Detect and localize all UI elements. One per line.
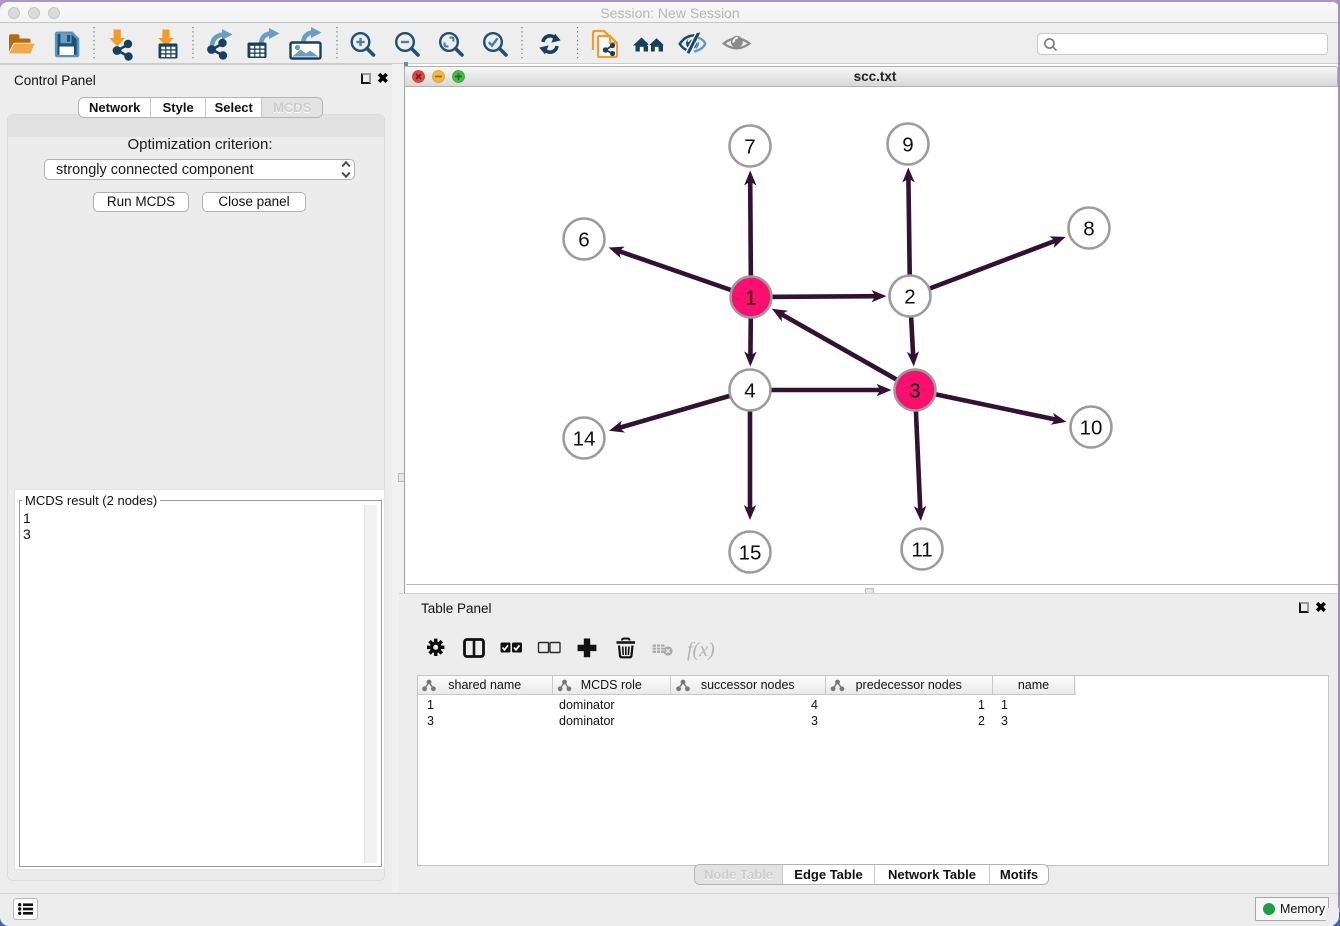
svg-text:9: 9 — [902, 134, 913, 157]
svg-text:8: 8 — [1083, 218, 1094, 241]
svg-text:11: 11 — [911, 539, 932, 562]
svg-text:1: 1 — [745, 287, 756, 310]
svg-text:2: 2 — [904, 286, 915, 309]
svg-text:10: 10 — [1080, 417, 1103, 440]
svg-text:6: 6 — [578, 229, 589, 252]
svg-text:7: 7 — [744, 136, 755, 159]
svg-text:3: 3 — [909, 380, 920, 403]
svg-text:14: 14 — [573, 428, 596, 451]
svg-text:15: 15 — [739, 542, 762, 565]
svg-text:f(x): f(x) — [687, 639, 715, 661]
svg-text:4: 4 — [744, 380, 755, 403]
